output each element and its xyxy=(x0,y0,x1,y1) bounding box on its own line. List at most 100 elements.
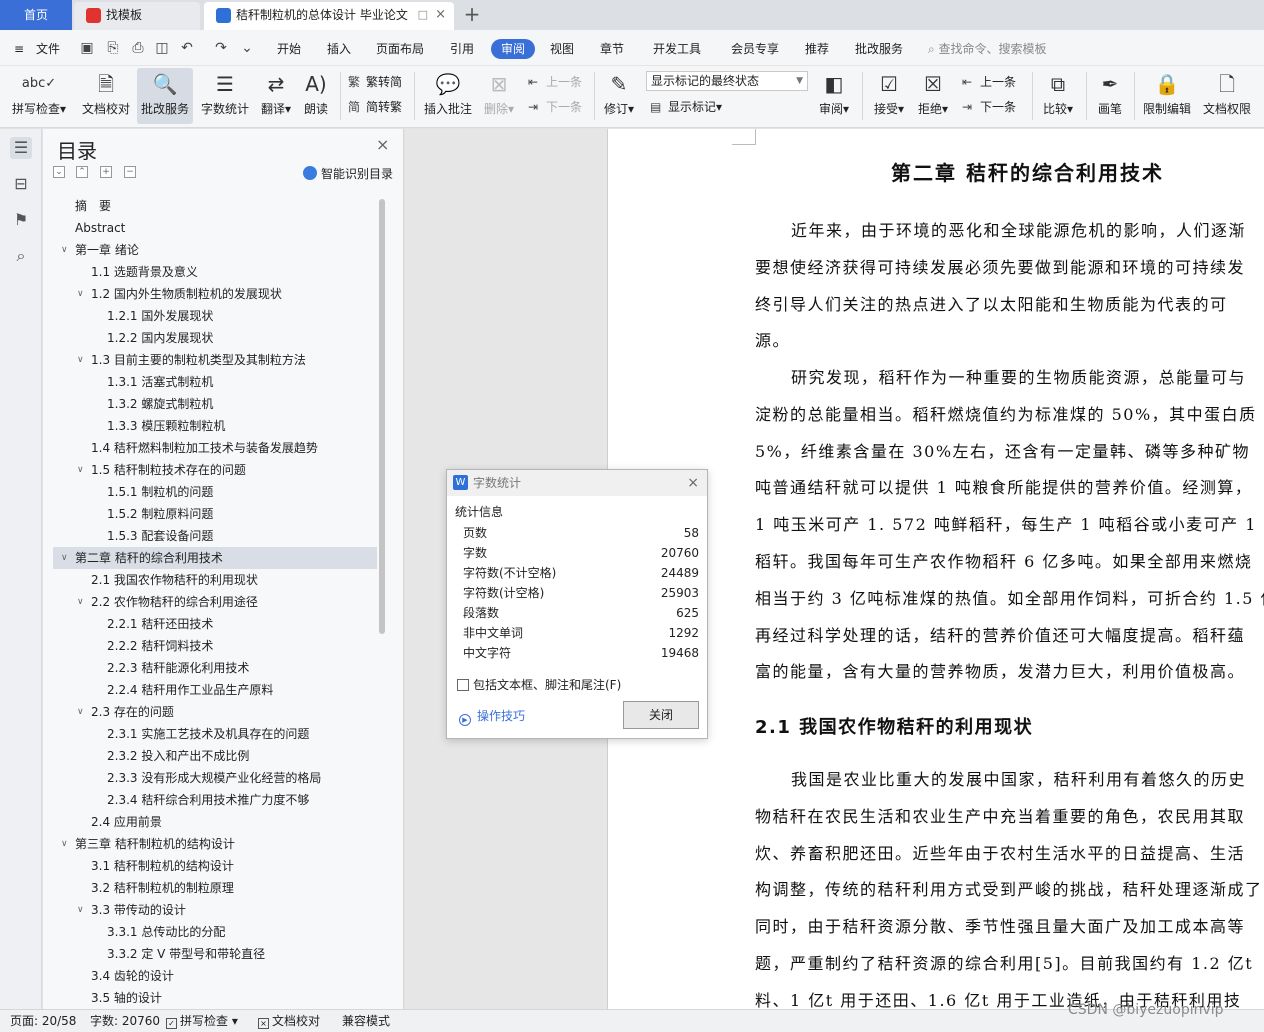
toc-item[interactable]: 1.2.1 国外发展现状 xyxy=(53,305,377,327)
toc-item[interactable]: Abstract xyxy=(53,217,377,239)
page-indicator[interactable]: 页面: 20/58 xyxy=(10,1010,76,1032)
chevron-down-icon[interactable]: ∨ xyxy=(61,547,68,569)
tips-link[interactable]: ▶ 操作技巧 xyxy=(459,707,525,726)
collapse-all-icon[interactable]: − xyxy=(124,166,136,178)
tab-close-icon[interactable]: × xyxy=(435,2,446,28)
track-changes-button[interactable]: ✎ 修订▾ xyxy=(600,68,638,124)
command-search[interactable]: ⌕ 查找命令、搜索模板 xyxy=(928,39,1047,59)
toc-item[interactable]: 2.3.4 秸秆综合利用技术推广力度不够 xyxy=(53,789,377,811)
toc-item[interactable]: 2.2.4 秸秆用作工业品生产原料 xyxy=(53,679,377,701)
menu-insert[interactable]: 插入 xyxy=(327,39,351,59)
chevron-down-icon[interactable]: ∨ xyxy=(77,349,84,371)
status-doc-proof[interactable]: × 文档校对 xyxy=(258,1010,320,1032)
toc-item[interactable]: 3.4 齿轮的设计 xyxy=(53,965,377,987)
word-count-indicator[interactable]: 字数: 20760 xyxy=(90,1010,160,1032)
close-icon[interactable]: × xyxy=(687,470,699,496)
menu-references[interactable]: 引用 xyxy=(450,39,474,59)
toc-item[interactable]: 3.5 轴的设计 xyxy=(53,987,377,1009)
next-comment-button[interactable]: ⇥ 下一条 xyxy=(528,97,582,117)
doc-permission-button[interactable]: 🗋 文档权限 xyxy=(1200,68,1254,124)
chevron-down-icon[interactable]: ∨ xyxy=(77,591,84,613)
save-icon[interactable]: ▣ xyxy=(78,39,96,57)
toc-item[interactable]: 2.1 我国农作物秸秆的利用现状 xyxy=(53,569,377,591)
compare-button[interactable]: ⧉ 比较▾ xyxy=(1038,68,1078,124)
menu-start[interactable]: 开始 xyxy=(277,39,301,59)
toc-item[interactable]: 3.1 秸秆制粒机的结构设计 xyxy=(53,855,377,877)
menu-layout[interactable]: 页面布局 xyxy=(376,39,424,59)
menu-recommend[interactable]: 推荐 xyxy=(805,39,829,59)
chevron-down-icon[interactable]: ∨ xyxy=(61,833,68,855)
toc-item[interactable]: ∨ 1.5 秸秆制粒技术存在的问题 xyxy=(53,459,377,481)
restrict-edit-button[interactable]: 🔒 限制编辑 xyxy=(1140,68,1194,124)
new-tab-button[interactable]: + xyxy=(460,2,484,28)
trad-to-simp-button[interactable]: 繁繁转简 xyxy=(348,72,402,92)
toc-item[interactable]: 3.2 秸秆制粒机的制粒原理 xyxy=(53,877,377,899)
toc-item[interactable]: ∨ 第一章 绪论 xyxy=(53,239,377,261)
close-icon[interactable]: × xyxy=(376,135,389,154)
hamburger-icon[interactable]: ≡ xyxy=(14,39,24,59)
toc-item[interactable]: 1.3.1 活塞式制粒机 xyxy=(53,371,377,393)
toc-item[interactable]: ∨ 3.3 带传动的设计 xyxy=(53,899,377,921)
tab-home[interactable]: 首页 xyxy=(0,0,72,30)
bookmark-icon[interactable]: ⚑ xyxy=(10,209,32,231)
tab-find-template[interactable]: 找模板 xyxy=(74,2,200,30)
export-pdf-icon[interactable]: ⎘ xyxy=(104,39,122,57)
toc-item[interactable]: ∨ 1.2 国内外生物质制粒机的发展现状 xyxy=(53,283,377,305)
menu-member[interactable]: 会员专享 xyxy=(731,39,779,59)
toc-item[interactable]: 2.2.2 秸秆饲料技术 xyxy=(53,635,377,657)
collapse-up-icon[interactable]: ⌃ xyxy=(76,166,88,178)
reject-button[interactable]: ☒ 拒绝▾ xyxy=(914,68,952,124)
word-count-button[interactable]: ☰ 字数统计 xyxy=(197,68,253,124)
toc-item[interactable]: 3.3.2 定 V 带型号和带轮直径 xyxy=(53,943,377,965)
translate-button[interactable]: ⇄ 翻译▾ xyxy=(256,68,296,124)
show-markup-button[interactable]: ▤ 显示标记▾ xyxy=(650,97,722,117)
tab-document[interactable]: 秸秆制粒机的总体设计 毕业论文 □ × xyxy=(204,2,454,30)
toc-item[interactable]: 2.3.3 没有形成大规模产业化经营的格局 xyxy=(53,767,377,789)
smart-toc-button[interactable]: 智能识别目录 xyxy=(303,165,393,182)
accept-button[interactable]: ☑ 接受▾ xyxy=(870,68,908,124)
next-change-button[interactable]: ⇥ 下一条 xyxy=(962,97,1016,117)
menu-chapter[interactable]: 章节 xyxy=(600,39,624,59)
delete-comment-button[interactable]: ⊠ 删除▾ xyxy=(480,68,518,124)
toc-item[interactable]: 3.3.1 总传动比的分配 xyxy=(53,921,377,943)
menu-developer[interactable]: 开发工具 xyxy=(653,39,701,59)
print-preview-icon[interactable]: ◫ xyxy=(153,39,171,57)
toc-item[interactable]: 1.1 选题背景及意义 xyxy=(53,261,377,283)
toc-item[interactable]: 1.3.3 模压颗粒制粒机 xyxy=(53,415,377,437)
toc-item[interactable]: 2.3.2 投入和产出不成比例 xyxy=(53,745,377,767)
menu-correct-service[interactable]: 批改服务 xyxy=(855,39,903,59)
menu-review[interactable]: 审阅 xyxy=(491,39,536,59)
spellcheck-button[interactable]: abc✓ 拼写检查▾ xyxy=(8,68,70,124)
print-icon[interactable]: ⎙ xyxy=(129,39,147,57)
toc-item[interactable]: 1.5.2 制粒原料问题 xyxy=(53,503,377,525)
toc-item[interactable]: ∨ 2.2 农作物秸秆的综合利用途径 xyxy=(53,591,377,613)
undo-icon[interactable]: ↶ xyxy=(178,39,196,57)
expand-down-icon[interactable]: ⌄ xyxy=(53,166,65,178)
menu-view[interactable]: 视图 xyxy=(550,39,574,59)
toc-item[interactable]: 1.5.1 制粒机的问题 xyxy=(53,481,377,503)
toc-scrollbar[interactable] xyxy=(379,199,385,634)
correct-service-button[interactable]: 🔍 批改服务 xyxy=(137,68,193,124)
read-aloud-button[interactable]: A) 朗读 xyxy=(300,68,332,124)
pen-button[interactable]: ✒ 画笔 xyxy=(1094,68,1126,124)
prev-change-button[interactable]: ⇤ 上一条 xyxy=(962,72,1016,92)
toc-item[interactable]: 2.2.1 秸秆还田技术 xyxy=(53,613,377,635)
quick-access-chevron-icon[interactable]: ⌄ xyxy=(238,39,256,57)
chevron-down-icon[interactable]: ∨ xyxy=(77,283,84,305)
toc-item[interactable]: ∨ 1.3 目前主要的制粒机类型及其制粒方法 xyxy=(53,349,377,371)
close-button[interactable]: 关闭 xyxy=(623,701,699,729)
status-spellcheck[interactable]: ✓ 拼写检查 ▾ xyxy=(166,1010,238,1032)
toc-item[interactable]: 1.4 秸秆燃料制粒加工技术与装备发展趋势 xyxy=(53,437,377,459)
prev-comment-button[interactable]: ⇤ 上一条 xyxy=(528,72,582,92)
chevron-down-icon[interactable]: ∨ xyxy=(77,899,84,921)
toc-item[interactable]: ∨ 第三章 秸秆制粒机的结构设计 xyxy=(53,833,377,855)
search-icon[interactable]: ⌕ xyxy=(10,245,32,267)
navigation-icon[interactable]: ⊟ xyxy=(10,173,32,195)
review-pane-button[interactable]: ◧ 审阅▾ xyxy=(814,68,854,124)
toc-item[interactable]: 摘 要 xyxy=(53,195,377,217)
toc-item[interactable]: 2.4 应用前景 xyxy=(53,811,377,833)
chevron-down-icon[interactable]: ∨ xyxy=(61,239,68,261)
insert-comment-button[interactable]: 💬 插入批注 xyxy=(420,68,476,124)
toc-item[interactable]: 2.2.3 秸秆能源化利用技术 xyxy=(53,657,377,679)
menu-file[interactable]: 文件 xyxy=(36,39,60,59)
